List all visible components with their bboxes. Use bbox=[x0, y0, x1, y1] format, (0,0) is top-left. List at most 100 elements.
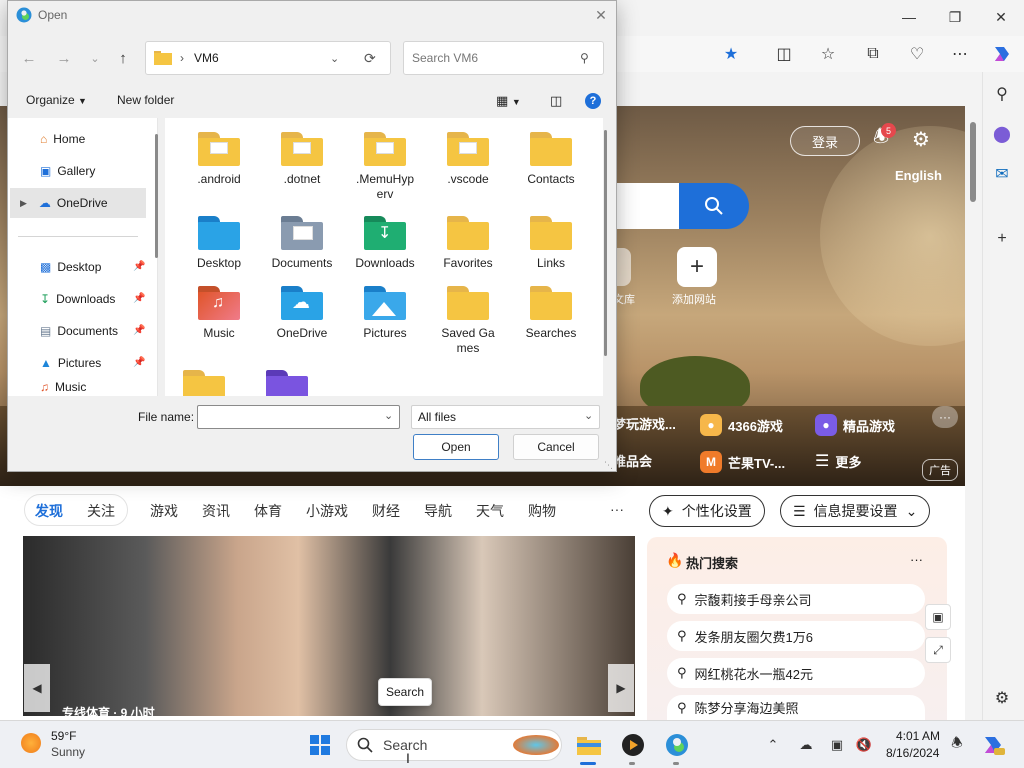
dialog-search-input[interactable]: Search VM6 ⚲ bbox=[403, 41, 604, 75]
new-folder-button[interactable]: New folder bbox=[117, 93, 174, 107]
tab-news[interactable]: 资讯 bbox=[202, 501, 230, 521]
close-window-icon[interactable]: ✕ bbox=[978, 0, 1024, 34]
hot-search-item[interactable]: ⚲ 宗馥莉接手母亲公司 bbox=[667, 584, 925, 614]
pin-icon[interactable]: 📌 bbox=[133, 261, 145, 272]
sidebar-search-icon[interactable]: ⚲ bbox=[988, 80, 1016, 108]
folder-item[interactable]: Contacts bbox=[511, 130, 591, 187]
cancel-button[interactable]: Cancel bbox=[513, 434, 599, 460]
weather-temp[interactable]: 59°F bbox=[51, 729, 76, 743]
gear-icon[interactable]: ⚙ bbox=[908, 126, 934, 152]
outlook-icon[interactable]: ✉ bbox=[988, 160, 1016, 188]
personalize-button[interactable]: ✦ 个性化设置 bbox=[649, 495, 765, 527]
minimize-icon[interactable]: — bbox=[886, 0, 932, 34]
nav-item-desktop[interactable]: ▩ Desktop bbox=[40, 252, 101, 282]
folder-item[interactable]: .MemuHyperv bbox=[345, 130, 425, 202]
folder-item[interactable]: .vscode bbox=[428, 130, 508, 187]
network-off-icon[interactable]: ☁ bbox=[795, 734, 817, 756]
clock-time[interactable]: 4:01 AM bbox=[896, 729, 940, 743]
sun-weather-icon[interactable] bbox=[21, 733, 41, 753]
more-menu-icon[interactable]: ⋯ bbox=[946, 42, 974, 66]
clock-date[interactable]: 8/16/2024 bbox=[886, 746, 939, 760]
nav-item-downloads[interactable]: ↧ Downloads bbox=[40, 284, 115, 314]
media-player-taskbar[interactable] bbox=[615, 728, 651, 762]
folder-item[interactable]: Favorites bbox=[428, 214, 508, 271]
hot-search-item[interactable]: ⚲ 网红桃花水一瓶42元 bbox=[667, 658, 925, 688]
video-folder-icon[interactable] bbox=[264, 368, 310, 396]
folder-item[interactable]: ♫ Music bbox=[179, 284, 259, 341]
recent-chevron-icon[interactable]: ⌄ bbox=[84, 47, 106, 69]
sidebar-app-icon[interactable]: ⬤ bbox=[988, 120, 1016, 148]
copilot-taskbar-icon[interactable] bbox=[980, 734, 1008, 756]
file-name-input[interactable]: ⌄ bbox=[197, 405, 400, 429]
hot-more-icon[interactable]: ··· bbox=[910, 552, 923, 567]
hero-link[interactable]: ● 精品游戏 bbox=[815, 414, 895, 436]
resize-grip-icon[interactable]: ⋱ bbox=[604, 460, 613, 471]
folder-item[interactable]: ↧ Downloads bbox=[345, 214, 425, 271]
sidebar-settings-icon[interactable]: ⚙ bbox=[988, 684, 1016, 712]
address-bar[interactable]: › VM6 ⌄ ⟳ bbox=[145, 41, 391, 75]
folder-item[interactable]: ☁ OneDrive bbox=[262, 284, 342, 341]
nav-item-pictures[interactable]: ▲ Pictures bbox=[40, 348, 101, 378]
sidebar-add-icon[interactable]: + bbox=[988, 225, 1016, 253]
pin-icon[interactable]: 📌 bbox=[133, 325, 145, 336]
bell-taskbar-icon[interactable]: 🕭 bbox=[946, 734, 968, 756]
tab-games[interactable]: 游戏 bbox=[150, 501, 178, 521]
folder-item[interactable]: .dotnet bbox=[262, 130, 342, 187]
nav-item-gallery[interactable]: ▣ Gallery bbox=[40, 156, 95, 186]
restore-icon[interactable]: ❐ bbox=[932, 0, 978, 34]
news-image[interactable] bbox=[23, 536, 635, 716]
help-icon[interactable]: ? bbox=[585, 93, 601, 109]
hero-link[interactable]: M 芒果TV-... bbox=[700, 451, 785, 473]
file-explorer-taskbar[interactable] bbox=[571, 728, 607, 762]
add-site-button[interactable]: + bbox=[677, 247, 717, 287]
tab-weather[interactable]: 天气 bbox=[476, 501, 504, 521]
favorites-icon[interactable]: ☆ bbox=[814, 42, 842, 66]
language-link[interactable]: English bbox=[895, 168, 942, 183]
tab-sports[interactable]: 体育 bbox=[254, 501, 282, 521]
page-scrollbar[interactable] bbox=[965, 106, 982, 720]
files-scrollbar[interactable] bbox=[604, 130, 607, 356]
copilot-icon[interactable] bbox=[988, 42, 1016, 66]
search-highlight-icon[interactable] bbox=[513, 735, 559, 755]
back-arrow-icon[interactable]: ← bbox=[18, 47, 40, 69]
folder-item[interactable]: Saved Games bbox=[428, 284, 508, 356]
performance-icon[interactable]: ♡ bbox=[903, 42, 931, 66]
open-button[interactable]: Open bbox=[413, 434, 499, 460]
edge-taskbar[interactable] bbox=[659, 728, 695, 762]
hero-search-button[interactable] bbox=[679, 183, 749, 229]
display-icon[interactable]: ▣ bbox=[826, 734, 848, 756]
tab-finance[interactable]: 财经 bbox=[372, 501, 400, 521]
tab-follow[interactable]: 关注 bbox=[87, 501, 115, 521]
pin-icon[interactable]: 📌 bbox=[133, 293, 145, 304]
hero-link[interactable]: ● 4366游戏 bbox=[700, 414, 783, 436]
tab-minigames[interactable]: 小游戏 bbox=[306, 501, 348, 521]
close-icon[interactable]: ✕ bbox=[590, 5, 612, 25]
folder-icon[interactable] bbox=[181, 368, 227, 396]
nav-item-home[interactable]: ⌂ Home bbox=[40, 124, 85, 154]
hero-search-input[interactable] bbox=[617, 183, 679, 229]
expand-icon[interactable]: ⤢ bbox=[925, 637, 951, 663]
chevron-up-icon[interactable]: ⌃ bbox=[762, 734, 784, 756]
weather-desc[interactable]: Sunny bbox=[51, 745, 85, 759]
organize-menu[interactable]: Organize ▼ bbox=[26, 93, 87, 107]
view-options-icon[interactable]: ▦ ▼ bbox=[496, 93, 521, 109]
next-arrow-icon[interactable]: ▶ bbox=[608, 664, 634, 712]
tab-shopping[interactable]: 购物 bbox=[528, 501, 556, 521]
hero-link[interactable]: 唯品会 bbox=[613, 451, 652, 470]
image-search-icon[interactable]: ▣ bbox=[925, 604, 951, 630]
hot-search-item[interactable]: ⚲ 发条朋友圈欠费1万6 bbox=[667, 621, 925, 651]
feed-settings-button[interactable]: ☰ 信息提要设置 ⌄ bbox=[780, 495, 931, 527]
nav-item-music[interactable]: ♫ Music bbox=[40, 380, 86, 396]
nav-scrollbar[interactable] bbox=[155, 134, 158, 258]
folder-item[interactable]: Documents bbox=[262, 214, 342, 271]
collections-icon[interactable]: ⧉ bbox=[859, 42, 887, 66]
login-button[interactable]: 登录 bbox=[790, 126, 860, 156]
tab-navigation[interactable]: 导航 bbox=[424, 501, 452, 521]
folder-item[interactable]: Searches bbox=[511, 284, 591, 341]
tab-discover[interactable]: 发现 bbox=[35, 501, 63, 521]
shortcut-tile[interactable] bbox=[617, 248, 631, 286]
up-arrow-icon[interactable]: ↑ bbox=[112, 47, 134, 69]
feed-more-icon[interactable]: ··· bbox=[610, 501, 624, 517]
hero-link[interactable]: 梦玩游戏... bbox=[613, 414, 676, 433]
nav-item-onedrive[interactable]: ▶ ☁ OneDrive bbox=[10, 188, 146, 218]
